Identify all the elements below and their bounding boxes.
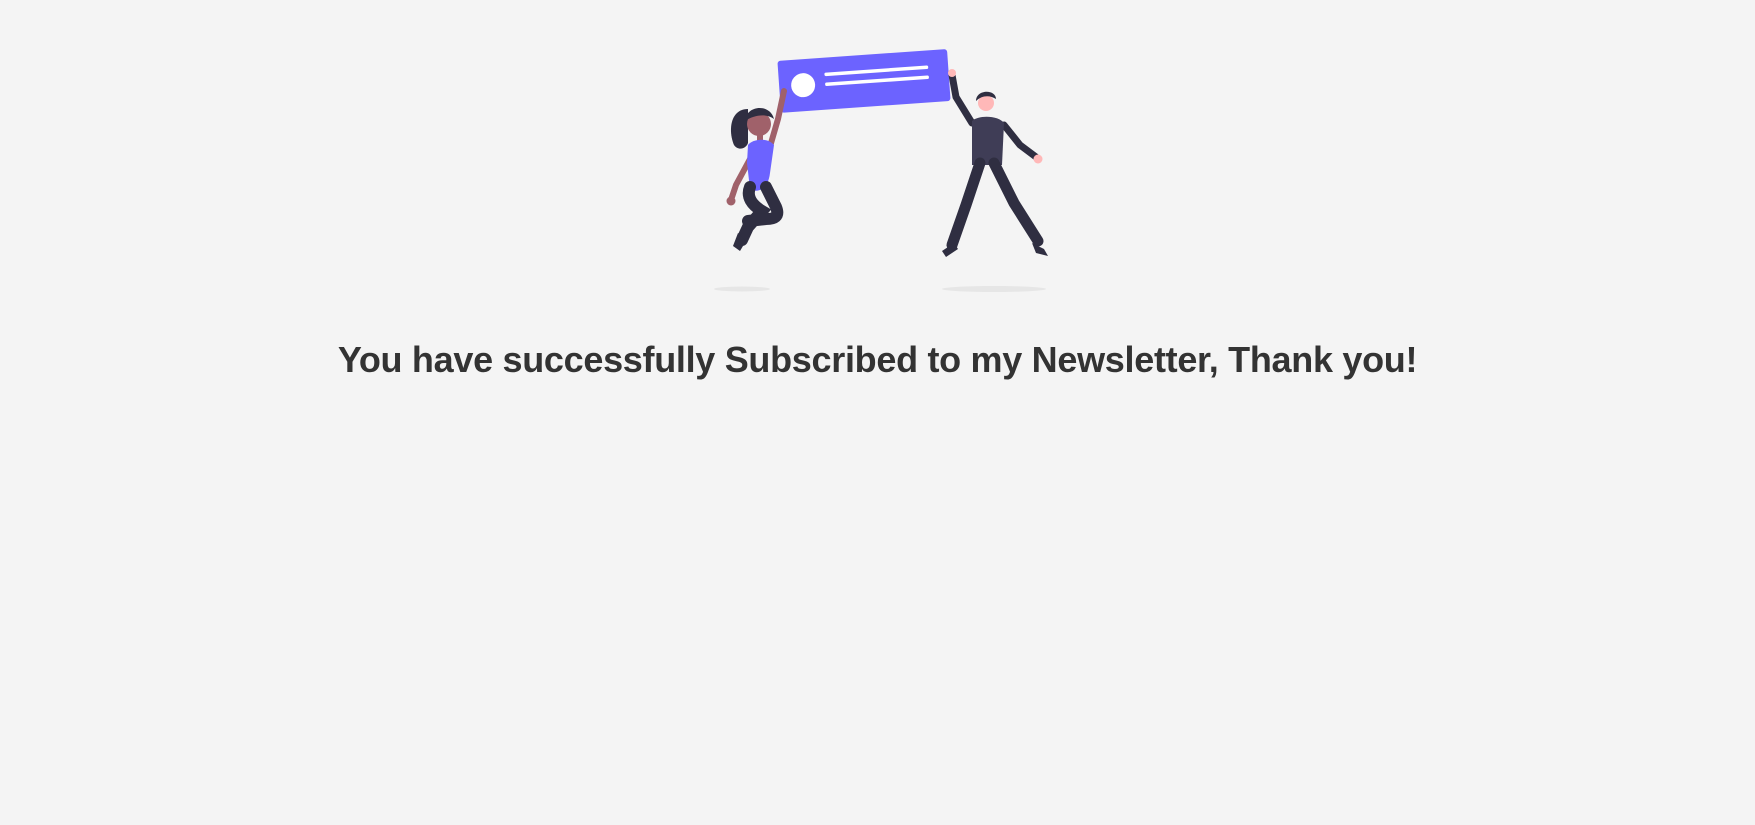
two-people-holding-newsletter-card-icon <box>714 49 1048 292</box>
man-shadow <box>942 286 1046 292</box>
man-figure <box>942 69 1048 257</box>
subscription-confirmation-page: You have successfully Subscribed to my N… <box>0 0 1755 825</box>
newsletter-card <box>777 49 951 113</box>
woman-shadow <box>714 286 770 292</box>
subscription-success-message: You have successfully Subscribed to my N… <box>337 339 1418 380</box>
woman-figure <box>726 88 787 251</box>
